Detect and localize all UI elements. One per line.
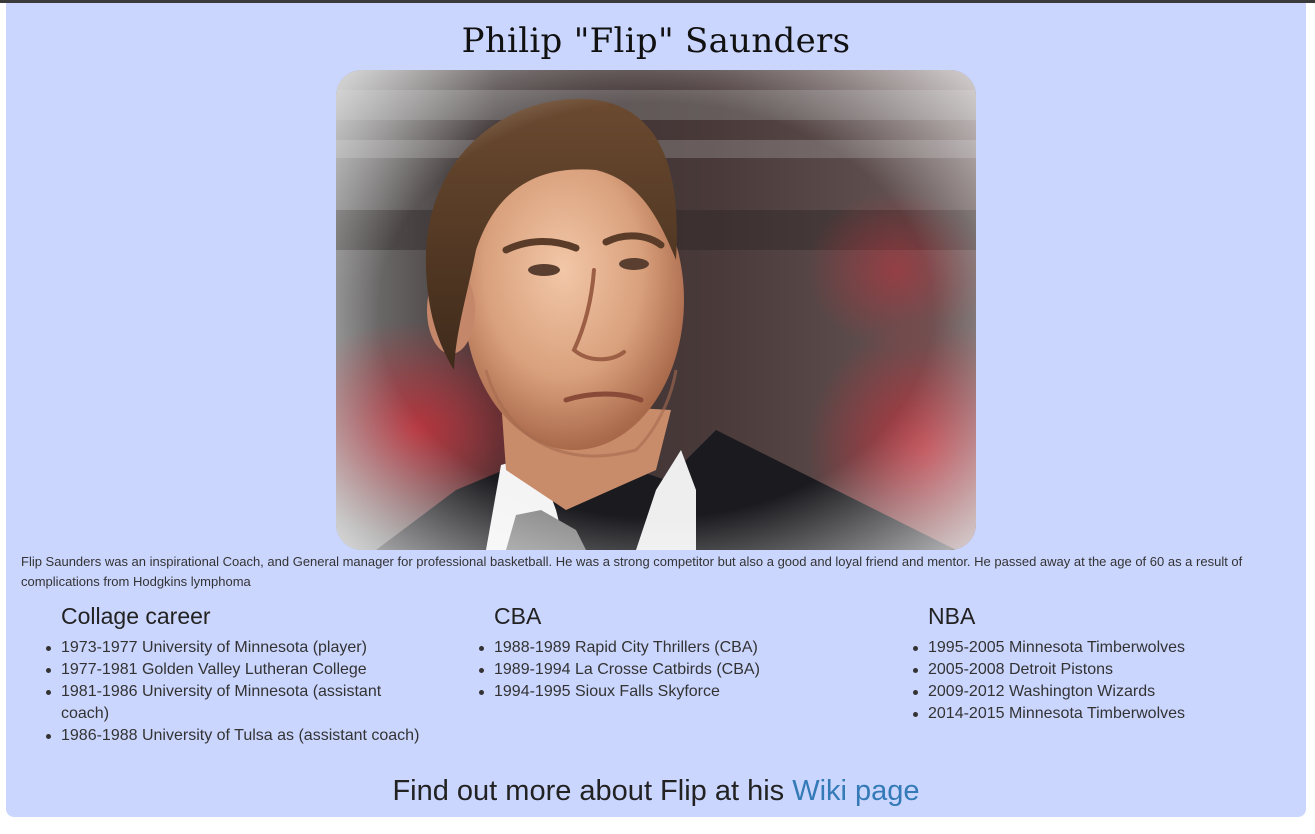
list-item: 1977-1981 Golden Valley Lutheran College xyxy=(46,659,433,681)
list-item: 1986-1988 University of Tulsa as (assist… xyxy=(46,725,433,747)
wiki-page-link[interactable]: Wiki page xyxy=(792,775,919,807)
cba-heading: CBA xyxy=(494,603,542,629)
nba-list: 1995-2005 Minnesota Timberwolves 2005-20… xyxy=(913,637,1300,725)
list-item: 1994-1995 Sioux Falls Skyforce xyxy=(479,681,866,703)
list-item: 2005-2008 Detroit Pistons xyxy=(913,659,1300,681)
nba-heading: NBA xyxy=(928,603,976,629)
list-item: 2014-2015 Minnesota Timberwolves xyxy=(913,703,1300,725)
collage-career-heading: Collage career xyxy=(61,603,211,629)
nba-section: NBA 1995-2005 Minnesota Timberwolves 200… xyxy=(913,601,1300,725)
list-item: 1988-1989 Rapid City Thrillers (CBA) xyxy=(479,637,866,659)
collage-career-list: 1973-1977 University of Minnesota (playe… xyxy=(46,637,433,747)
more-info-text: Find out more about Flip at his xyxy=(392,775,793,807)
more-info-line: Find out more about Flip at his Wiki pag… xyxy=(6,772,1306,810)
collage-career-section: Collage career 1973-1977 University of M… xyxy=(46,601,433,747)
cba-section: CBA 1988-1989 Rapid City Thrillers (CBA)… xyxy=(479,601,866,703)
cba-list: 1988-1989 Rapid City Thrillers (CBA) 198… xyxy=(479,637,866,703)
list-item: 2009-2012 Washington Wizards xyxy=(913,681,1300,703)
list-item: 1995-2005 Minnesota Timberwolves xyxy=(913,637,1300,659)
list-item: 1981-1986 University of Minnesota (assis… xyxy=(46,681,433,725)
page-title: Philip "Flip" Saunders xyxy=(461,21,851,61)
bio-text: Flip Saunders was an inspirational Coach… xyxy=(21,554,1243,589)
portrait-photo xyxy=(336,70,976,550)
tribute-card: Philip "Flip" Saunders Flip Saunders was… xyxy=(6,3,1306,817)
list-item: 1973-1977 University of Minnesota (playe… xyxy=(46,637,433,659)
list-item: 1989-1994 La Crosse Catbirds (CBA) xyxy=(479,659,866,681)
